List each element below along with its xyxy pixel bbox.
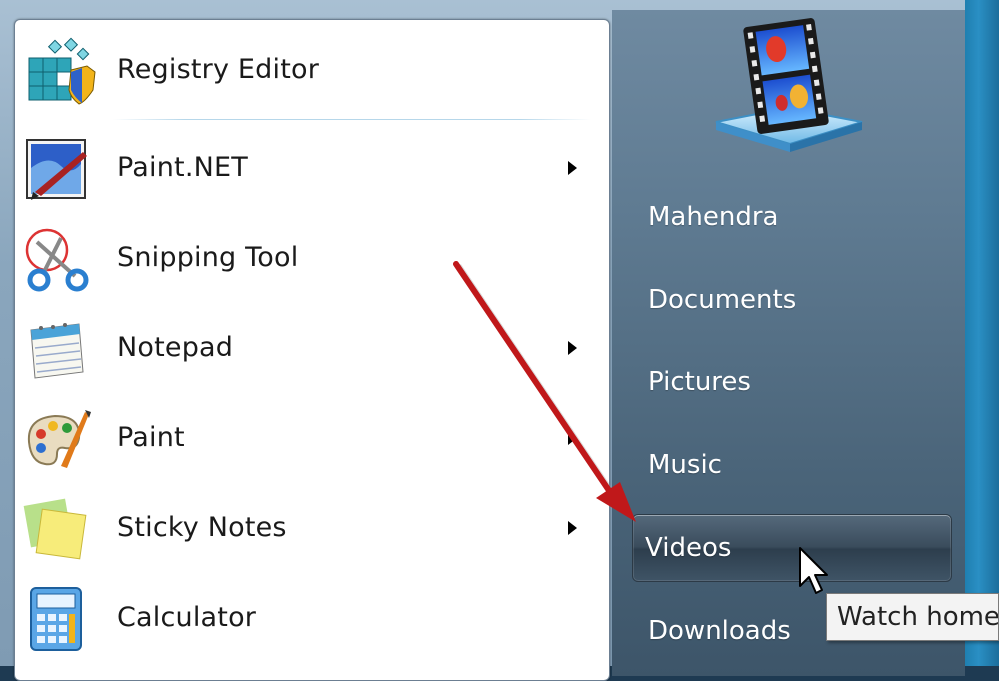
snipping-tool-icon (21, 224, 91, 294)
program-label: Registry Editor (117, 54, 320, 85)
tooltip: Watch home (826, 593, 999, 641)
paint-icon (21, 404, 91, 474)
submenu-arrow-icon[interactable] (568, 521, 577, 535)
program-label: Calculator (117, 602, 257, 633)
program-label: Notepad (117, 332, 234, 363)
program-registry-editor[interactable]: Registry Editor (15, 32, 575, 108)
calculator-icon (21, 584, 91, 654)
user-picture[interactable] (712, 18, 864, 154)
submenu-arrow-icon[interactable] (568, 341, 577, 355)
paint-net-icon (21, 134, 91, 204)
program-paint-net[interactable]: Paint.NET (15, 130, 577, 206)
place-user-folder[interactable]: Mahendra (636, 187, 952, 247)
mouse-cursor-icon (798, 546, 832, 598)
program-notepad[interactable]: Notepad (15, 310, 577, 386)
pinned-recent-separator (113, 119, 591, 120)
program-paint[interactable]: Paint (15, 400, 577, 476)
place-music[interactable]: Music (636, 435, 952, 495)
program-label: Paint.NET (117, 152, 248, 183)
desktop-edge (965, 0, 999, 666)
sticky-notes-icon (21, 494, 91, 564)
notepad-icon (21, 314, 91, 384)
start-menu-programs-pane: Registry Editor Paint.NET Snipping Tool … (14, 19, 610, 681)
program-label: Sticky Notes (117, 512, 287, 543)
program-sticky-notes[interactable]: Sticky Notes (15, 490, 577, 566)
place-documents[interactable]: Documents (636, 270, 952, 330)
program-snipping-tool[interactable]: Snipping Tool (15, 220, 575, 296)
program-label: Snipping Tool (117, 242, 299, 273)
registry-editor-icon (21, 36, 96, 106)
submenu-arrow-icon[interactable] (568, 161, 577, 175)
place-videos[interactable]: Videos (632, 514, 952, 582)
program-calculator[interactable]: Calculator (15, 580, 575, 656)
submenu-arrow-icon[interactable] (568, 431, 577, 445)
program-label: Paint (117, 422, 185, 453)
place-pictures[interactable]: Pictures (636, 352, 952, 412)
videos-filmstrip-icon (715, 18, 863, 152)
